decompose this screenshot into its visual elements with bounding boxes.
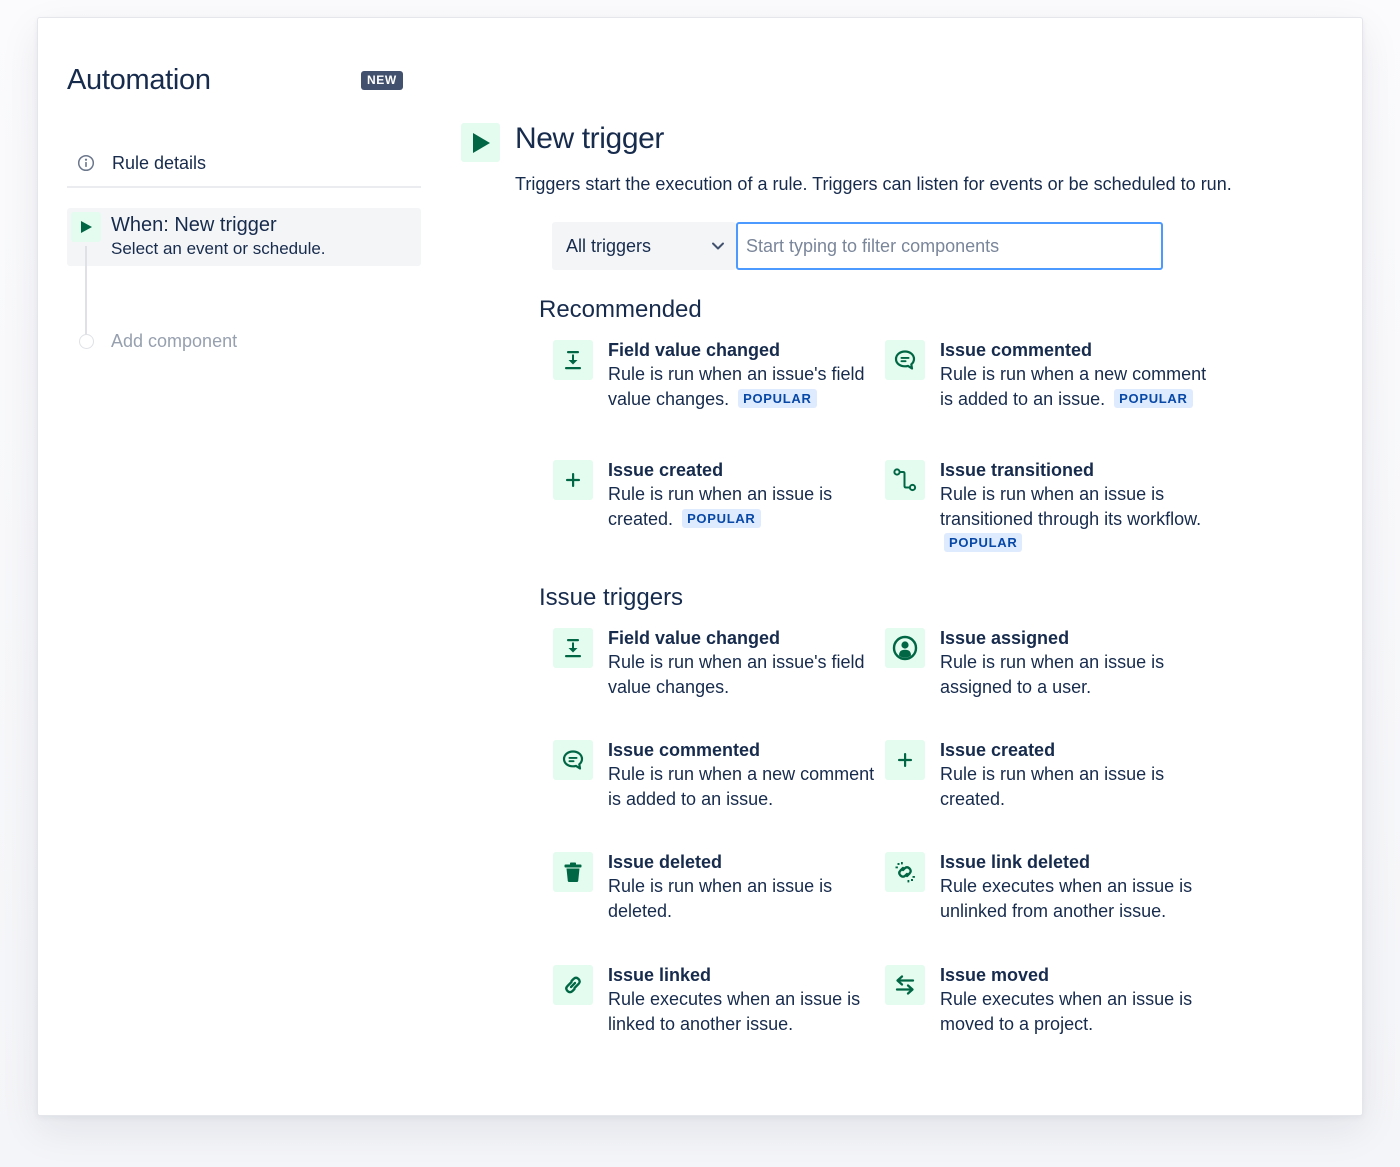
filter-components-input[interactable]: [736, 222, 1163, 270]
trigger-option-description: Rule is run when an issue's field value …: [608, 362, 878, 411]
play-icon: [71, 212, 101, 242]
trigger-option-name: Issue deleted: [608, 852, 723, 872]
popular-badge: POPULAR: [738, 388, 817, 408]
trigger-option-description: Rule is run when an issue is deleted.: [608, 874, 878, 923]
section-title-recommended: Recommended: [539, 296, 702, 323]
trigger-option-description-text: Rule executes when an issue is moved to …: [940, 989, 1193, 1034]
trigger-option-name: Issue moved: [940, 965, 1050, 985]
comment-icon: [885, 340, 925, 380]
trigger-option-name: Issue linked: [608, 965, 712, 985]
trigger-option-name: Field value changed: [608, 340, 781, 360]
move-arrows-icon: [885, 965, 925, 1005]
trigger-option-description-text: Rule is run when an issue's field value …: [608, 364, 865, 409]
trigger-option-description: Rule executes when an issue is unlinked …: [940, 874, 1210, 923]
trigger-option-name: Issue link deleted: [940, 852, 1091, 872]
trigger-step-subtitle: Select an event or schedule.: [111, 239, 326, 258]
trigger-option-description: Rule is run when a new comment is added …: [940, 362, 1210, 411]
trigger-option-description: Rule is run when an issue is transitione…: [940, 482, 1210, 556]
field-value-changed-icon: [553, 628, 593, 668]
trigger-option-description-text: Rule executes when an issue is unlinked …: [940, 876, 1193, 921]
unlink-icon: [885, 852, 925, 892]
trigger-option-description-text: Rule is run when an issue is assigned to…: [940, 652, 1165, 697]
trash-icon: [553, 852, 593, 892]
trigger-step[interactable]: When: New trigger Select an event or sch…: [67, 208, 421, 266]
trigger-option-name: Issue commented: [940, 340, 1093, 360]
trigger-option-name: Issue created: [608, 460, 724, 480]
info-icon: [77, 154, 95, 172]
user-avatar-icon: [885, 628, 925, 668]
trigger-option-description: Rule is run when an issue is created.: [940, 762, 1210, 811]
add-component-item[interactable]: Add component: [67, 328, 237, 354]
empty-step-circle-icon: [79, 333, 94, 349]
popular-badge: POPULAR: [1114, 388, 1193, 408]
plus-icon: [553, 460, 593, 500]
link-icon: [553, 965, 593, 1005]
trigger-option-description-text: Rule executes when an issue is linked to…: [608, 989, 861, 1034]
plus-icon: [885, 740, 925, 780]
play-icon: [461, 123, 500, 162]
trigger-option-name: Issue commented: [608, 740, 761, 760]
trigger-option-description-text: Rule is run when a new comment is added …: [608, 764, 875, 809]
trigger-step-title: When: New trigger: [111, 214, 277, 236]
trigger-option-description-text: Rule is run when an issue's field value …: [608, 652, 865, 697]
trigger-option-description-text: Rule is run when an issue is transitione…: [940, 484, 1202, 529]
trigger-option-description: Rule is run when an issue is assigned to…: [940, 650, 1210, 699]
app-title: Automation: [67, 64, 211, 96]
chevron-down-icon: [710, 238, 726, 254]
comment-icon: [553, 740, 593, 780]
step-connector: [85, 246, 87, 336]
popular-badge: POPULAR: [682, 508, 761, 528]
page-description: Triggers start the execution of a rule. …: [515, 174, 1232, 194]
trigger-option-description-text: Rule is run when an issue is created.: [940, 764, 1165, 809]
trigger-option-name: Field value changed: [608, 628, 781, 648]
trigger-option-description: Rule is run when an issue is created. PO…: [608, 482, 878, 531]
add-component-label: Add component: [111, 330, 238, 351]
trigger-option-description: Rule executes when an issue is moved to …: [940, 987, 1210, 1036]
section-title-issue-triggers: Issue triggers: [539, 584, 684, 611]
popular-badge: POPULAR: [944, 533, 1023, 552]
trigger-option-name: Issue created: [940, 740, 1056, 760]
trigger-type-select[interactable]: All triggers: [552, 222, 736, 270]
rule-details-label: Rule details: [112, 152, 207, 173]
field-value-changed-icon: [553, 340, 593, 380]
new-badge: NEW: [361, 71, 403, 90]
rule-details-item[interactable]: Rule details: [67, 140, 421, 188]
trigger-option-name: Issue transitioned: [940, 460, 1095, 480]
transition-icon: [885, 460, 925, 500]
trigger-option-description: Rule is run when a new comment is added …: [608, 762, 878, 811]
trigger-option-description: Rule executes when an issue is linked to…: [608, 987, 878, 1036]
trigger-option-name: Issue assigned: [940, 628, 1070, 648]
trigger-option-description: Rule is run when an issue's field value …: [608, 650, 878, 699]
trigger-option-description-text: Rule is run when an issue is deleted.: [608, 876, 833, 921]
trigger-type-select-value: All triggers: [566, 235, 652, 256]
page-title: New trigger: [515, 122, 664, 155]
